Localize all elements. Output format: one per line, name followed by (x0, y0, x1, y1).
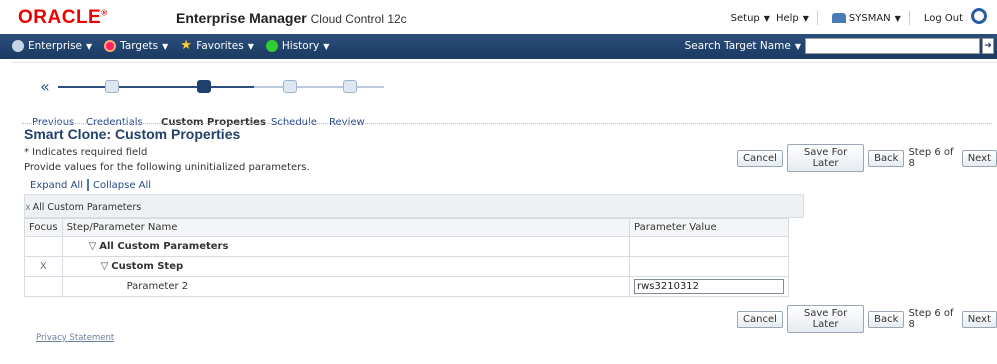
col-header-value: Parameter Value (629, 218, 789, 237)
user-icon (831, 12, 846, 23)
top-button-bar: Cancel Save For Later Back Step 6 of 8 N… (733, 144, 997, 172)
expand-collapse-links: Expand All Collapse All (30, 179, 151, 191)
breadcrumb-label[interactable]: All Custom Parameters (33, 202, 142, 213)
table-breadcrumb: x All Custom Parameters (24, 194, 804, 218)
star-icon: ★ (180, 38, 192, 53)
divider (86, 179, 89, 191)
train-progress-line (58, 86, 254, 88)
step-indicator: Step 6 of 8 (908, 147, 954, 169)
divider (908, 11, 910, 25)
nav-targets[interactable]: Targets ▼ (104, 40, 168, 52)
collapse-all-link[interactable]: Collapse All (93, 180, 151, 191)
privacy-statement-link[interactable]: Privacy Statement (36, 333, 114, 343)
bottom-button-bar: Cancel Save For Later Back Step 6 of 8 N… (733, 305, 997, 333)
nav-favorites[interactable]: ★ Favorites ▼ (180, 38, 254, 53)
product-title: Enterprise Manager Cloud Control 12c (176, 10, 407, 26)
train-stop-custom-properties (197, 80, 211, 93)
page-title: Smart Clone: Custom Properties (24, 126, 241, 142)
value-cell (629, 236, 789, 257)
custom-params-table: Focus Step/Parameter Name Parameter Valu… (24, 218, 789, 297)
global-links: Setup ▼ Help ▼ SYSMAN ▼ Log Out (725, 8, 987, 25)
next-button[interactable]: Next (961, 310, 997, 328)
required-note: * Indicates required field (24, 147, 148, 158)
user-menu[interactable]: SYSMAN ▼ (831, 12, 901, 24)
table-row: Parameter 2 (24, 276, 789, 297)
cancel-button[interactable]: Cancel (737, 149, 783, 167)
chevron-down-icon: ▼ (802, 13, 809, 23)
search-target-input[interactable] (805, 38, 980, 54)
target-icon (104, 40, 117, 52)
next-button[interactable]: Next (961, 149, 997, 167)
chevron-down-icon: ▼ (323, 41, 330, 51)
main-content: « Previous Credentials Custom Properties… (12, 62, 997, 364)
focus-cell[interactable]: X (24, 256, 63, 277)
tree-node[interactable]: ▽ Custom Step (61, 256, 631, 277)
back-button[interactable]: Back (868, 310, 905, 328)
value-cell (629, 256, 789, 277)
nav-enterprise[interactable]: Enterprise ▼ (12, 40, 92, 52)
page-description: Provide values for the following uniniti… (24, 162, 310, 173)
power-icon[interactable] (971, 8, 987, 24)
value-cell (629, 276, 789, 297)
train-stop-review[interactable] (343, 80, 357, 93)
chevron-down-icon: ▼ (247, 41, 254, 51)
tree-node[interactable]: ▽ All Custom Parameters (61, 236, 631, 257)
expand-all-link[interactable]: Expand All (30, 180, 83, 191)
global-nav-bar: Enterprise ▼ Targets ▼ ★ Favorites ▼ History… (0, 34, 997, 59)
logout-link[interactable]: Log Out (924, 13, 963, 24)
enterprise-icon (12, 40, 24, 52)
oracle-logo: ORACLE® (18, 7, 108, 28)
divider (22, 123, 992, 124)
chevron-down-icon: ▼ (894, 13, 901, 23)
chevron-down-icon: ▼ (794, 42, 801, 51)
product-name: Enterprise Manager (176, 10, 307, 26)
save-for-later-button[interactable]: Save For Later (786, 144, 865, 172)
help-menu[interactable]: Help ▼ (776, 13, 809, 24)
nav-history[interactable]: History ▼ (265, 40, 330, 52)
search-target-type-menu[interactable]: Search Target Name ▼ (685, 40, 801, 52)
train-stop-schedule[interactable] (283, 80, 297, 93)
triangle-down-icon[interactable]: ▽ (89, 241, 97, 252)
step-indicator: Step 6 of 8 (908, 308, 954, 330)
back-button[interactable]: Back (868, 149, 905, 167)
chevron-down-icon: ▼ (162, 41, 169, 51)
table-row: X ▽ Custom Step (24, 256, 789, 277)
double-chevron-left-icon[interactable]: « (40, 77, 50, 96)
cancel-button[interactable]: Cancel (737, 310, 783, 328)
history-icon (265, 40, 278, 52)
table-header-row: Focus Step/Parameter Name Parameter Valu… (24, 218, 789, 237)
chevron-down-icon: ▼ (763, 13, 770, 23)
col-header-name: Step/Parameter Name (61, 218, 631, 237)
setup-menu[interactable]: Setup ▼ (731, 13, 770, 24)
divider (816, 11, 818, 25)
param-name: Parameter 2 (61, 276, 631, 297)
train-stop-credentials[interactable] (105, 80, 119, 93)
focus-cell (24, 276, 63, 297)
train-remaining-line (254, 86, 384, 88)
top-header: ORACLE® Enterprise Manager Cloud Control… (0, 0, 997, 34)
chevron-down-icon: ▼ (86, 41, 93, 51)
focus-x-icon[interactable]: x (25, 202, 31, 213)
triangle-down-icon[interactable]: ▽ (101, 261, 109, 272)
focus-cell (24, 236, 63, 257)
col-header-focus: Focus (24, 218, 63, 237)
product-version: Cloud Control 12c (310, 12, 407, 26)
table-row: ▽ All Custom Parameters (24, 236, 789, 257)
save-for-later-button[interactable]: Save For Later (786, 305, 865, 333)
custom-params-table-region: x All Custom Parameters Focus Step/Parame… (24, 194, 804, 297)
search-go-icon[interactable]: ➜ (982, 38, 994, 54)
parameter-value-input[interactable] (634, 279, 784, 294)
